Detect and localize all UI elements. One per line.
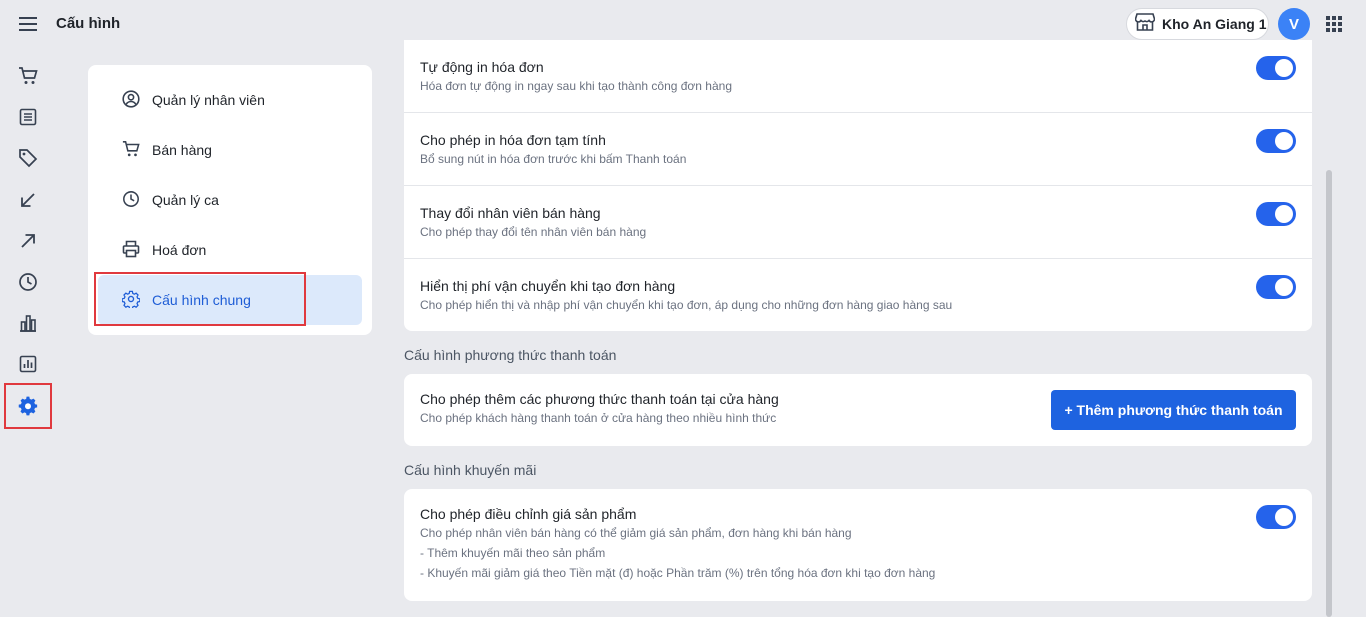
tag-icon[interactable] [8,138,48,178]
clock-icon[interactable] [8,262,48,302]
clock-icon [122,190,140,211]
menu-item-label: Cấu hình chung [152,292,251,308]
printer-icon [122,240,140,261]
change-staff-toggle[interactable] [1256,202,1296,226]
setting-row: Tự động in hóa đơn Hóa đơn tự động in ng… [404,40,1312,113]
menu-item-label: Quản lý ca [152,192,219,208]
menu-item-sales[interactable]: Bán hàng [98,125,362,175]
setting-desc: Cho phép hiển thị và nhập phí vận chuyển… [420,298,953,312]
scrollbar[interactable] [1326,170,1332,617]
menu-item-label: Bán hàng [152,142,212,158]
payment-settings-card: Cho phép thêm các phương thức thanh toán… [404,374,1312,446]
setting-title: Thay đổi nhân viên bán hàng [420,205,601,221]
setting-desc: - Khuyến mãi giảm giá theo Tiền mặt (đ) … [420,566,936,580]
user-circle-icon [122,89,140,111]
shipping-fee-toggle[interactable] [1256,275,1296,299]
setting-row: Cho phép in hóa đơn tạm tính Bổ sung nút… [404,113,1312,186]
avatar[interactable]: V [1278,8,1310,40]
store-icon [1134,12,1156,36]
setting-desc: Bổ sung nút in hóa đơn trước khi bấm Tha… [420,152,687,166]
settings-menu: Quản lý nhân viên Bán hàng Quản lý ca Ho… [88,65,372,335]
menu-item-shifts[interactable]: Quản lý ca [98,175,362,225]
setting-desc: Cho phép thay đổi tên nhân viên bán hàng [420,225,647,239]
setting-desc: - Thêm khuyến mãi theo sản phẩm [420,546,606,560]
payment-section-title: Cấu hình phương thức thanh toán [404,347,617,363]
apps-grid-icon[interactable] [1324,14,1344,34]
menu-item-label: Quản lý nhân viên [152,92,265,108]
menu-item-general-config[interactable]: Cấu hình chung [94,272,362,326]
menu-item-invoice[interactable]: Hoá đơn [98,225,362,275]
gear-icon[interactable] [4,383,52,429]
cart-icon [122,140,140,161]
setting-title: Tự động in hóa đơn [420,59,544,75]
adjust-price-toggle[interactable] [1256,505,1296,529]
auto-print-toggle[interactable] [1256,56,1296,80]
provisional-invoice-toggle[interactable] [1256,129,1296,153]
setting-row: Cho phép thêm các phương thức thanh toán… [404,374,1312,446]
arrow-up-right-icon[interactable] [8,221,48,261]
invoice-settings-card: Tự động in hóa đơn Hóa đơn tự động in ng… [404,40,1312,331]
setting-row: Cho phép điều chỉnh giá sản phẩm Cho phé… [404,489,1312,601]
promo-settings-card: Cho phép điều chỉnh giá sản phẩm Cho phé… [404,489,1312,601]
bar-chart-icon[interactable] [8,303,48,343]
page-title: Cấu hình [56,15,121,32]
setting-row: Thay đổi nhân viên bán hàng Cho phép tha… [404,186,1312,259]
arrow-down-left-icon[interactable] [8,180,48,220]
store-name: Kho An Giang 1 [1162,16,1267,32]
report-icon[interactable] [8,344,48,384]
menu-item-staff[interactable]: Quản lý nhân viên [98,75,362,125]
cart-icon[interactable] [8,56,48,96]
gear-icon [121,290,141,311]
add-payment-method-button[interactable]: + Thêm phương thức thanh toán [1051,390,1296,430]
setting-title: Hiển thị phí vận chuyển khi tạo đơn hàng [420,278,676,294]
hamburger-menu-icon[interactable] [16,14,40,34]
menu-item-label: Hoá đơn [152,242,207,258]
setting-desc: Hóa đơn tự động in ngay sau khi tạo thàn… [420,79,732,93]
setting-title: Cho phép in hóa đơn tạm tính [420,132,606,148]
setting-row: Hiển thị phí vận chuyển khi tạo đơn hàng… [404,259,1312,331]
setting-desc: Cho phép nhân viên bán hàng có thể giảm … [420,526,852,540]
store-selector[interactable]: Kho An Giang 1 [1126,8,1269,40]
list-icon[interactable] [8,97,48,137]
promo-section-title: Cấu hình khuyến mãi [404,462,537,478]
setting-title: Cho phép điều chỉnh giá sản phẩm [420,506,637,522]
